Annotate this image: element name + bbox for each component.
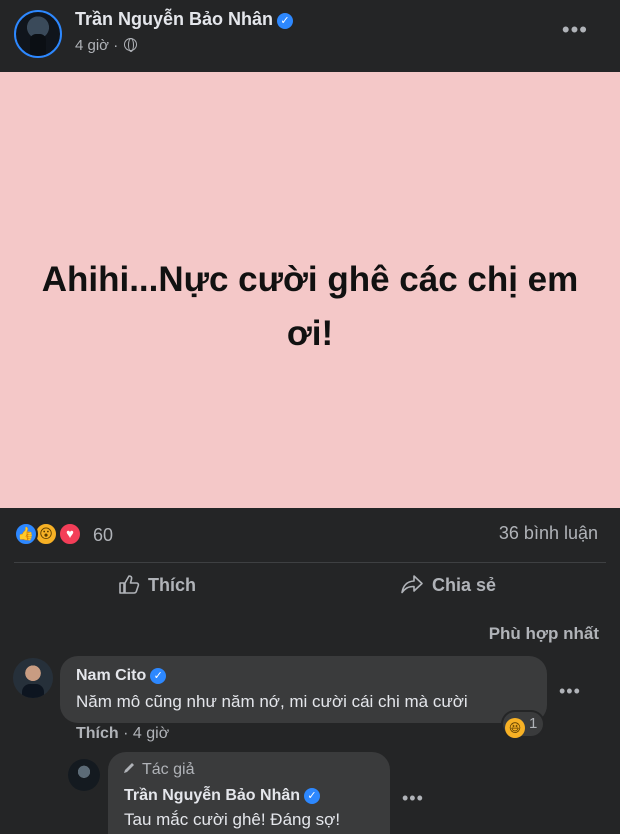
comment-reaction-badge[interactable]: 😆 1 [503,712,544,738]
comment-bubble: Nam Cito ✓ Năm mô cũng như năm nớ, mi cườ… [60,656,547,723]
reply-author[interactable]: Trần Nguyễn Bảo Nhân [124,787,300,804]
reply-author-avatar[interactable] [68,759,100,791]
comment-like-button[interactable]: Thích [76,725,119,742]
divider [14,562,606,563]
commenter-avatar[interactable] [13,658,53,698]
author-tag-label: Tác giả [142,761,195,778]
comment-time[interactable]: 4 giờ [133,725,169,742]
comment-reaction-count: 1 [529,715,538,732]
meta-separator: · [113,37,119,54]
share-icon [401,575,423,594]
post-text: Ahihi...Nực cười ghê các chị em ơi! [41,260,579,353]
comment-count[interactable]: 36 bình luận [499,523,598,544]
action-separator: · [123,725,133,742]
post-meta: 4 giờ · [75,37,138,54]
reply-more-options-icon[interactable]: ••• [402,788,424,809]
verified-badge-icon: ✓ [277,13,294,29]
pencil-icon [124,763,134,773]
verified-badge-icon: ✓ [150,668,167,684]
author-name[interactable]: Trần Nguyễn Bảo Nhân [75,9,273,29]
like-button-label: Thích [148,575,196,595]
reply-author-row[interactable]: Trần Nguyễn Bảo Nhân ✓ [124,787,321,805]
post-header: Trần Nguyễn Bảo Nhân ✓ 4 giờ · ••• [0,0,620,72]
globe-icon [124,38,138,52]
comment-sort-dropdown[interactable]: Phù hợp nhất [489,624,599,644]
reactions-bar: 👍 😮 ♥ 60 36 bình luận [0,508,620,562]
share-button[interactable]: Chia sẻ [400,574,496,596]
comments-section: Phù hợp nhất Nam Cito ✓ Năm mô cũng như n… [0,614,620,834]
more-options-icon[interactable]: ••• [562,19,588,41]
reply-bubble: Tác giả Trần Nguyễn Bảo Nhân ✓ Tau mắc cư… [108,752,390,834]
share-button-label: Chia sẻ [432,575,497,595]
comment-more-options-icon[interactable]: ••• [559,681,581,702]
reaction-count[interactable]: 60 [93,525,113,546]
post-time[interactable]: 4 giờ [75,37,109,54]
reply-text: Tau mắc cười ghê! Đáng sợ! [124,810,341,829]
comment-actions: Thích · 4 giờ [76,725,169,743]
author-tag: Tác giả [122,761,194,779]
laughing-face-icon: 😆 [505,718,525,738]
like-button[interactable]: Thích [118,574,196,596]
love-reaction-icon[interactable]: ♥ [58,522,82,546]
author-name-row[interactable]: Trần Nguyễn Bảo Nhân ✓ [75,9,294,30]
author-avatar[interactable] [14,10,62,58]
post-content: Ahihi...Nực cười ghê các chị em ơi! [0,72,620,508]
comment-text: Năm mô cũng như năm nớ, mi cười cái chi … [76,692,468,711]
like-reaction-icon[interactable]: 👍 [14,522,38,546]
comment-author-row[interactable]: Nam Cito ✓ [76,667,167,685]
verified-badge-icon: ✓ [304,788,321,804]
thumbs-up-icon [119,575,140,594]
comment-author[interactable]: Nam Cito [76,667,146,684]
action-bar: Thích Chia sẻ [0,562,620,614]
